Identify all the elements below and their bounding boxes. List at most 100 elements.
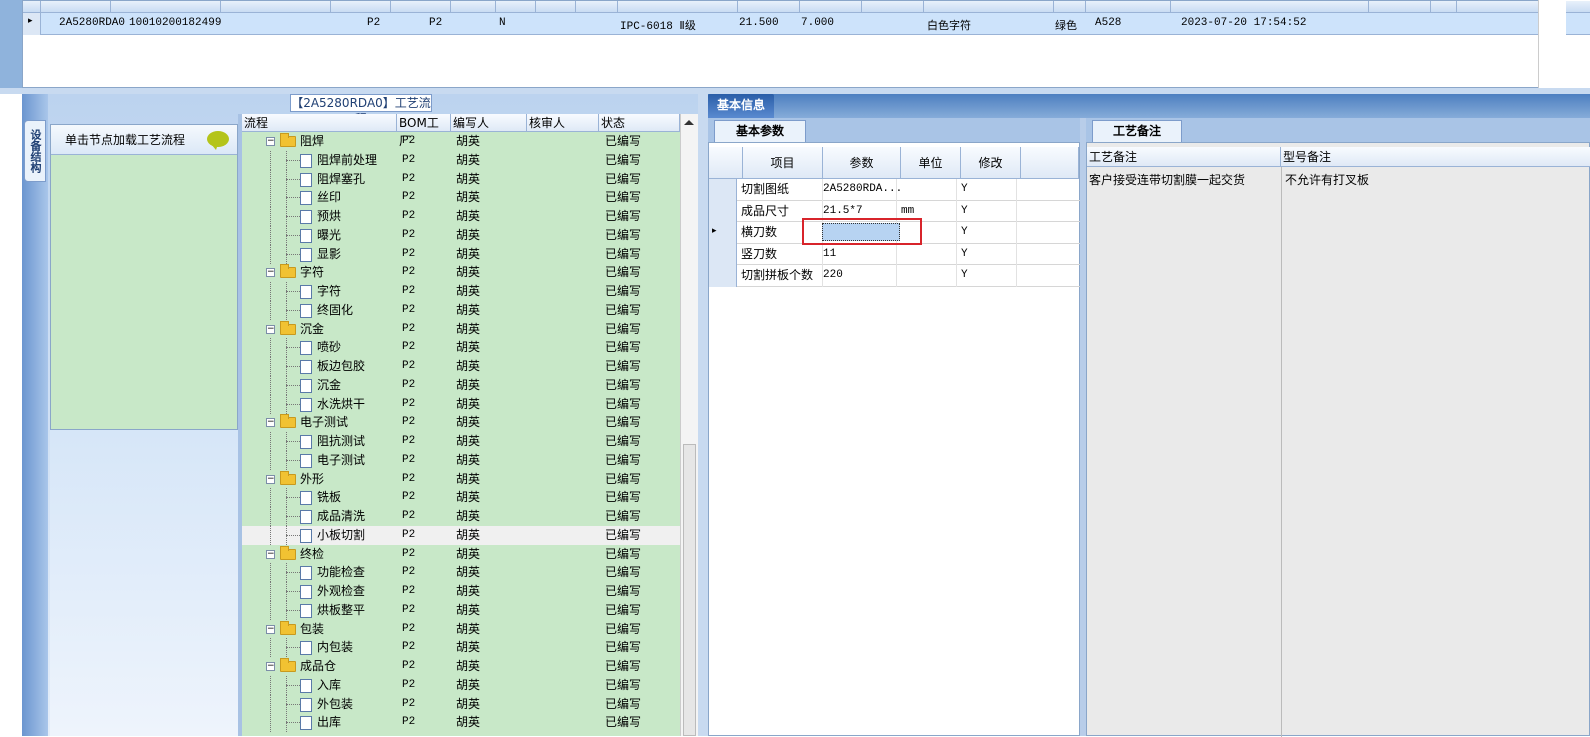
col-header-item[interactable]: 项目 [743, 147, 823, 179]
col-header-modify[interactable]: 修改 [961, 147, 1021, 179]
header-col[interactable] [1431, 1, 1457, 13]
col-header-reviewer[interactable]: 核审人 [527, 114, 599, 132]
tree-row[interactable]: 入库 P2 胡英 已编写 [242, 675, 680, 695]
tree-row[interactable]: − 终检 P2 胡英 已编写 [242, 545, 680, 564]
collapse-icon[interactable]: − [266, 324, 275, 334]
header-col[interactable] [924, 1, 1054, 13]
tab-device-structure[interactable]: 设备结构 [24, 120, 46, 182]
tree-vertical-scrollbar[interactable] [680, 114, 698, 736]
tree-row[interactable]: 显影 P2 胡英 已编写 [242, 244, 680, 264]
tree-row[interactable]: 水洗烘干 P2 胡英 已编写 [242, 394, 680, 414]
tree-row[interactable]: 沉金 P2 胡英 已编写 [242, 375, 680, 395]
param-item-cell[interactable]: 切割拼板个数 [737, 265, 823, 287]
tree-row[interactable]: 喷砂 P2 胡英 已编写 [242, 338, 680, 358]
tree-row[interactable]: 出库 P2 胡英 已编写 [242, 713, 680, 733]
scroll-up-arrow-icon[interactable] [684, 120, 694, 125]
order-row[interactable]: ▸ 2A5280RDA0 10010200182499 P2 P2 N IPC-… [23, 13, 1590, 35]
vertical-splitter-middle[interactable] [698, 94, 708, 736]
param-mod-cell[interactable]: Y [957, 265, 1017, 287]
param-item-cell[interactable]: 切割图纸 [737, 179, 823, 201]
param-unit-cell[interactable] [897, 265, 957, 287]
tree-row[interactable]: 外观检查 P2 胡英 已编写 [242, 582, 680, 601]
collapse-icon[interactable]: − [266, 268, 275, 278]
col-header-process-note[interactable]: 工艺备注 [1087, 147, 1281, 167]
param-unit-cell[interactable] [897, 179, 957, 201]
scroll-thumb[interactable] [683, 444, 696, 736]
collapse-icon[interactable]: − [266, 137, 275, 146]
row-selector[interactable]: ▸ [709, 222, 737, 244]
col-header-model-note[interactable]: 型号备注 [1281, 147, 1590, 167]
tree-row[interactable]: 电子测试 P2 胡英 已编写 [242, 450, 680, 470]
header-col[interactable] [1171, 1, 1369, 13]
param-value-cell[interactable]: 220 [819, 265, 897, 287]
tree-row[interactable]: 板边包胶 P2 胡英 已编写 [242, 357, 680, 376]
top-vertical-scrollbar[interactable] [1538, 0, 1566, 88]
param-unit-cell[interactable] [897, 243, 957, 265]
col-header-value[interactable]: 参数 [823, 147, 901, 179]
tree-row[interactable]: − 成品仓 P2 胡英 已编写 [242, 657, 680, 676]
tree-row[interactable]: 功能检查 P2 胡英 已编写 [242, 563, 680, 583]
header-col[interactable] [451, 1, 496, 13]
collapse-icon[interactable]: − [266, 418, 275, 428]
tab-basic-params[interactable]: 基本参数 [714, 120, 806, 142]
header-col[interactable] [862, 1, 924, 13]
param-row[interactable]: 切割图纸 2A5280RDA... Y [709, 179, 1081, 201]
header-col[interactable] [1086, 1, 1171, 13]
tree-row[interactable]: 烘板整平 P2 胡英 已编写 [242, 600, 680, 620]
row-selector[interactable] [709, 243, 737, 265]
tree-row[interactable]: 预烘 P2 胡英 已编写 [242, 207, 680, 226]
header-col[interactable] [111, 1, 221, 13]
tree-row[interactable]: 曝光 P2 胡英 已编写 [242, 225, 680, 245]
model-note-value[interactable]: 不允许有打叉板 [1283, 171, 1369, 188]
tree-row[interactable]: 内包装 P2 胡英 已编写 [242, 638, 680, 658]
tree-row[interactable]: 阻抗测试 P2 胡英 已编写 [242, 432, 680, 451]
tree-row[interactable]: − 外形 P2 胡英 已编写 [242, 470, 680, 489]
col-header-unit[interactable]: 单位 [901, 147, 961, 179]
collapse-icon[interactable]: − [266, 474, 275, 484]
param-row[interactable]: 切割拼板个数 220 Y [709, 265, 1081, 287]
tree-row[interactable]: − 阻焊 P2 胡英 已编写 [242, 132, 680, 151]
param-value-cell[interactable]: 11 [819, 243, 897, 265]
header-col[interactable] [1369, 1, 1431, 13]
row-selector[interactable] [709, 200, 737, 222]
tab-basic-info[interactable]: 基本信息 [708, 94, 774, 118]
col-header-flow[interactable]: 流程 [242, 114, 397, 132]
header-col[interactable] [391, 1, 451, 13]
param-mod-cell[interactable]: Y [957, 179, 1017, 201]
tree-row[interactable]: − 沉金 P2 胡英 已编写 [242, 320, 680, 339]
header-col[interactable] [331, 1, 391, 13]
tree-row[interactable]: 小板切割 P2 胡英 已编写 [242, 525, 680, 545]
param-item-cell[interactable]: 竖刀数 [737, 243, 823, 265]
header-col[interactable] [536, 1, 576, 13]
tree-row[interactable]: − 包装 P2 胡英 已编写 [242, 620, 680, 639]
header-col[interactable] [41, 1, 111, 13]
col-header-status[interactable]: 状态 [599, 114, 680, 132]
tree-row[interactable]: 字符 P2 胡英 已编写 [242, 282, 680, 301]
header-col[interactable] [576, 1, 618, 13]
header-col[interactable] [800, 1, 862, 13]
collapse-icon[interactable]: − [266, 624, 275, 634]
param-mod-cell[interactable]: Y [957, 200, 1017, 222]
col-header-writer[interactable]: 编写人 [451, 114, 527, 132]
process-note-value[interactable]: 客户接受连带切割膜一起交货 [1087, 171, 1245, 188]
tree-row[interactable]: 丝印 P2 胡英 已编写 [242, 188, 680, 208]
tree-row[interactable]: 阻焊前处理 P2 胡英 已编写 [242, 150, 680, 170]
collapse-icon[interactable]: − [266, 662, 275, 671]
row-selector[interactable] [709, 265, 737, 287]
param-mod-cell[interactable]: Y [957, 222, 1017, 244]
tree-row[interactable]: 成品清洗 P2 胡英 已编写 [242, 507, 680, 526]
col-header-bom[interactable]: BOM工厂 [397, 114, 451, 148]
row-selector[interactable] [709, 179, 737, 201]
tree-row[interactable]: 终固化 P2 胡英 已编写 [242, 300, 680, 320]
tree-row[interactable]: − 字符 P2 胡英 已编写 [242, 263, 680, 282]
param-mod-cell[interactable]: Y [957, 243, 1017, 265]
header-col[interactable] [738, 1, 800, 13]
header-col[interactable] [618, 1, 738, 13]
param-value-cell[interactable]: 2A5280RDA... [819, 179, 902, 201]
row-selector[interactable]: ▸ [23, 13, 41, 35]
header-col[interactable] [221, 1, 331, 13]
tree-row[interactable]: 阻焊塞孔 P2 胡英 已编写 [242, 169, 680, 189]
param-row[interactable]: 竖刀数 11 Y [709, 243, 1081, 265]
tree-row[interactable]: 外包装 P2 胡英 已编写 [242, 694, 680, 714]
header-col[interactable] [496, 1, 536, 13]
